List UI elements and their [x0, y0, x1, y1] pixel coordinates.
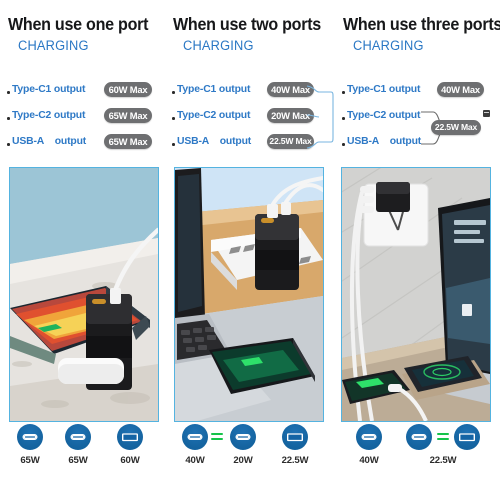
port-item: 40W — [173, 424, 217, 466]
usb-c-port-icon — [406, 424, 432, 450]
port-summary-three-ports: 40W 22.5W — [335, 424, 500, 486]
panel-three-ports: When use three ports CHARGING Type-C1 ou… — [335, 0, 500, 500]
bullet-dot-icon — [342, 91, 345, 94]
spec-label: Type-C2 output — [347, 110, 421, 121]
panel-title: When use two ports — [173, 14, 321, 34]
photo-content — [342, 168, 490, 421]
port-wattage: 65W — [68, 455, 88, 466]
product-photo-one-port — [9, 167, 159, 422]
panel-title: When use three ports — [343, 14, 500, 34]
spec-label: Type-C2 output — [177, 110, 251, 121]
port-wattage: 22.5W — [429, 455, 457, 466]
port-wattage: 22.5W — [281, 455, 309, 466]
spec-row: Type-C1 output 60W Max — [6, 82, 166, 103]
wattage-badge: 65W Max — [104, 108, 152, 123]
photo-illustration — [175, 168, 323, 421]
spec-row: USB-A output 65W Max — [6, 134, 166, 155]
spec-row: Type-C2 output 20W Max — [171, 108, 331, 129]
usb-c-port-icon — [182, 424, 208, 450]
usb-c-port-icon — [230, 424, 256, 450]
spec-label: Type-C1 output — [347, 84, 421, 95]
bullet-dot-icon — [342, 143, 345, 146]
wattage-badge: 20W Max — [267, 108, 314, 123]
product-photo-two-ports — [174, 167, 324, 422]
bullet-dot-icon — [342, 117, 345, 120]
spec-label: USB-A output — [177, 136, 252, 147]
panel-one-port: When use one port CHARGING Type-C1 outpu… — [0, 0, 165, 500]
port-item: 20W — [221, 424, 265, 466]
bullet-dot-icon — [172, 117, 175, 120]
shared-port-wattage-label: 22.5W — [397, 455, 489, 466]
port-wattage: 40W — [359, 455, 379, 466]
spec-label: USB-A output — [12, 136, 87, 147]
port-item: 60W — [108, 424, 152, 466]
wattage-badge: 65W Max — [104, 134, 152, 149]
bullet-dot-icon — [7, 117, 10, 120]
usb-a-port-icon — [117, 424, 143, 450]
spec-list: Type-C1 output 40W Max Type-C2 output 20… — [171, 82, 331, 160]
bullet-dot-icon — [172, 143, 175, 146]
wattage-badge: 40W Max — [267, 82, 314, 97]
bullet-dot-icon — [7, 143, 10, 146]
panel-subtitle: CHARGING — [18, 38, 89, 53]
photo-content — [175, 168, 323, 421]
spec-label: Type-C1 output — [12, 84, 86, 95]
usb-a-port-icon — [454, 424, 480, 450]
usb-a-port-icon — [282, 424, 308, 450]
port-item — [397, 424, 441, 450]
port-summary-one-port: 65W 65W 60W — [0, 424, 165, 486]
port-wattage: 20W — [233, 455, 253, 466]
shared-wattage-badge: 22.5W Max — [431, 120, 481, 135]
panel-subtitle: CHARGING — [353, 38, 424, 53]
spec-row: Type-C1 output 40W Max — [341, 82, 500, 103]
photo-illustration — [10, 168, 158, 421]
panel-title: When use one port — [8, 14, 149, 34]
port-item — [445, 424, 489, 450]
port-item: 65W — [8, 424, 52, 466]
photo-illustration — [342, 168, 490, 421]
product-spec-infographic: When use one port CHARGING Type-C1 outpu… — [0, 0, 500, 500]
bullet-dot-icon — [172, 91, 175, 94]
product-photo-three-ports — [341, 167, 491, 422]
spec-row: Type-C2 output 65W Max — [6, 108, 166, 129]
port-wattage: 60W — [120, 455, 140, 466]
spec-list: Type-C1 output 60W Max Type-C2 output 65… — [6, 82, 166, 160]
port-item: 65W — [56, 424, 100, 466]
panel-two-ports: When use two ports CHARGING Type-C1 outp… — [165, 0, 490, 500]
wattage-badge: 22.5W Max — [267, 134, 314, 149]
usb-c-port-icon — [17, 424, 43, 450]
spec-row: Type-C1 output 40W Max — [171, 82, 331, 103]
photo-content — [10, 168, 158, 421]
port-wattage: 40W — [185, 455, 205, 466]
usb-c-port-icon — [356, 424, 382, 450]
spec-row: USB-A output 22.5W Max — [171, 134, 331, 155]
wattage-badge: 40W Max — [437, 82, 484, 97]
wattage-badge: 60W Max — [104, 82, 152, 97]
panel-subtitle: CHARGING — [183, 38, 254, 53]
spec-label: Type-C1 output — [177, 84, 251, 95]
spec-row: USB-A output — [341, 134, 500, 155]
port-item: 40W — [347, 424, 391, 466]
port-wattage: 65W — [20, 455, 40, 466]
spec-label: Type-C2 output — [12, 110, 86, 121]
spec-label: USB-A output — [347, 136, 422, 147]
usb-c-port-icon — [65, 424, 91, 450]
bullet-dot-icon — [7, 91, 10, 94]
port-summary-two-ports: 40W 20W 22.5W — [165, 424, 330, 486]
port-item: 22.5W — [273, 424, 317, 466]
